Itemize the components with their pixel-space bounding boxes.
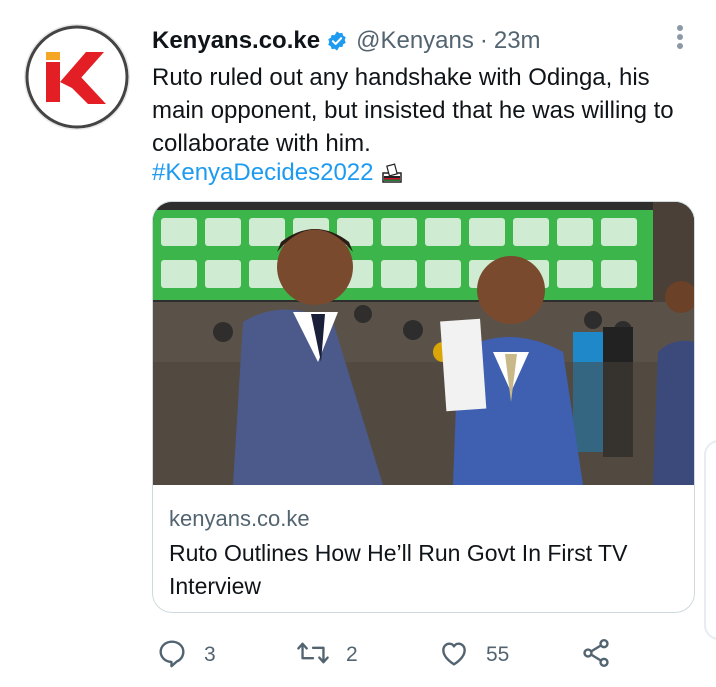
hashtag-link[interactable]: #KenyaDecides2022 (152, 156, 374, 189)
reply-count: 3 (204, 643, 216, 666)
verified-badge-icon (326, 30, 348, 52)
tweet-timestamp[interactable]: 23m (494, 27, 541, 55)
ballot-box-icon (380, 161, 404, 185)
like-count: 55 (486, 643, 510, 666)
reply-button[interactable]: 3 (156, 638, 216, 672)
share-button[interactable] (580, 638, 612, 672)
tweet-text: Ruto ruled out any handshake with Odinga… (152, 64, 674, 157)
author-name[interactable]: Kenyans.co.ke (152, 27, 320, 55)
tweet-header: Kenyans.co.ke @Kenyans · 23m (152, 24, 541, 58)
link-preview-card[interactable]: kenyans.co.ke Ruto Outlines How He’ll Ru… (152, 201, 695, 613)
tweet-action-bar: 3 2 55 (156, 638, 626, 672)
retweet-icon (296, 637, 330, 674)
retweet-count: 2 (346, 643, 358, 666)
card-image[interactable] (153, 202, 695, 485)
hashtag-line: #KenyaDecides2022 (152, 156, 404, 189)
retweet-button[interactable]: 2 (296, 638, 358, 672)
like-button[interactable]: 55 (438, 638, 509, 672)
header-separator: · (479, 27, 488, 54)
more-options-icon[interactable] (668, 22, 692, 52)
card-title[interactable]: Ruto Outlines How He’ll Run Govt In Firs… (169, 537, 679, 603)
author-handle[interactable]: @Kenyans (356, 27, 474, 55)
share-icon (580, 637, 612, 674)
card-domain: kenyans.co.ke (169, 506, 310, 531)
kenyans-logo (25, 25, 129, 129)
reply-icon (156, 637, 188, 674)
floating-compose-edge[interactable] (704, 440, 716, 640)
author-avatar[interactable] (24, 24, 130, 130)
like-icon (438, 637, 470, 674)
